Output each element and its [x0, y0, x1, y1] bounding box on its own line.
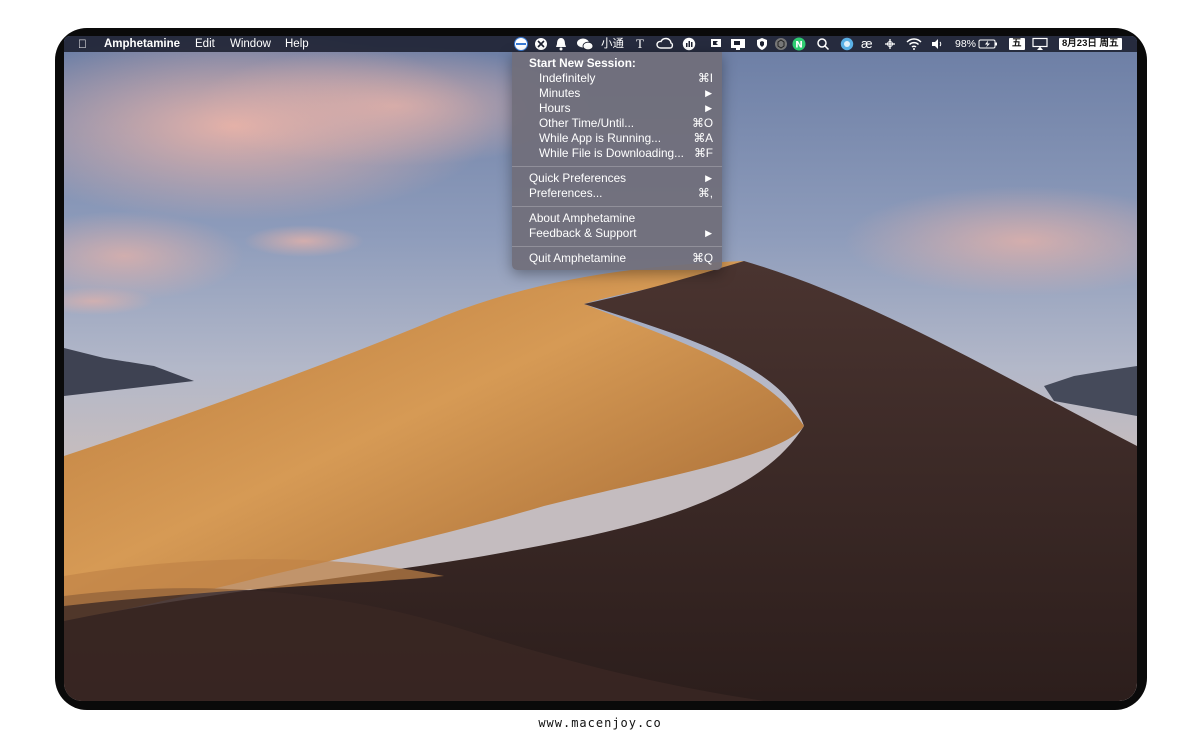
amphetamine-pill-icon[interactable] — [514, 37, 528, 51]
menu-item-while-file-downloading[interactable]: While File is Downloading... ⌘F — [512, 146, 722, 161]
menu-header-start-session: Start New Session: — [512, 56, 722, 71]
menu-item-other-time[interactable]: Other Time/Until... ⌘O — [512, 116, 722, 131]
menu-edit[interactable]: Edit — [195, 36, 215, 52]
menu-item-shortcut: ⌘F — [693, 146, 713, 160]
bell-icon[interactable] — [554, 37, 568, 51]
menu-item-quit[interactable]: Quit Amphetamine ⌘Q — [512, 251, 722, 266]
desktop-screen:  Amphetamine Edit Window Help 小通 T — [64, 36, 1137, 701]
menu-item-label: Feedback & Support — [529, 226, 637, 240]
typeeto-icon[interactable]: T — [636, 37, 644, 51]
battery-percent[interactable]: 98% — [955, 37, 976, 51]
hex-app-icon[interactable] — [774, 37, 788, 51]
shield-icon[interactable] — [756, 37, 768, 51]
menu-item-indefinitely[interactable]: Indefinitely ⌘I — [512, 71, 722, 86]
menu-window[interactable]: Window — [230, 36, 271, 52]
menu-item-label: Minutes — [539, 86, 581, 100]
input-method-indicator[interactable]: 五 — [1009, 38, 1025, 50]
svg-text:N: N — [795, 41, 803, 51]
menu-item-about[interactable]: About Amphetamine — [512, 211, 722, 226]
tray-text-xiaotong[interactable]: 小通 — [601, 37, 624, 51]
menu-item-shortcut: ⌘Q — [692, 251, 713, 265]
wechat-icon[interactable] — [576, 37, 594, 51]
menu-item-label: Quick Preferences — [529, 171, 627, 185]
submenu-arrow-icon: ▶ — [705, 103, 712, 113]
menu-item-label: Indefinitely — [539, 71, 596, 85]
menu-item-label: Other Time/Until... — [539, 116, 635, 130]
apple-logo-icon[interactable]:  — [78, 36, 87, 52]
menu-item-label: Quit Amphetamine — [529, 251, 627, 265]
menu-item-label: While File is Downloading... — [539, 146, 684, 160]
istat-icon[interactable] — [682, 37, 696, 51]
menu-header-label: Start New Session: — [529, 56, 636, 70]
menu-item-minutes[interactable]: Minutes ▶ — [512, 86, 722, 101]
wifi-icon[interactable] — [906, 37, 922, 51]
display-icon[interactable] — [730, 37, 746, 51]
menu-item-shortcut: ⌘A — [693, 131, 713, 145]
submenu-arrow-icon: ▶ — [705, 88, 712, 98]
menu-item-preferences[interactable]: Preferences... ⌘, — [512, 186, 722, 201]
siri-icon[interactable] — [840, 37, 854, 51]
menu-item-shortcut: ⌘, — [697, 186, 713, 200]
airplay-icon[interactable] — [1032, 37, 1048, 51]
n-app-icon[interactable]: N — [792, 37, 806, 51]
menu-separator — [512, 246, 722, 247]
battery-charging-icon[interactable] — [978, 37, 998, 51]
menu-bar:  Amphetamine Edit Window Help 小通 T — [64, 36, 1137, 52]
menu-separator — [512, 166, 722, 167]
creative-cloud-icon[interactable] — [656, 37, 674, 51]
search-icon[interactable] — [816, 37, 830, 51]
menu-item-label: Preferences... — [529, 186, 603, 200]
menu-item-label: About Amphetamine — [529, 211, 636, 225]
menu-item-hours[interactable]: Hours ▶ — [512, 101, 722, 116]
flag-icon[interactable] — [709, 37, 723, 51]
menu-help[interactable]: Help — [285, 36, 309, 52]
submenu-arrow-icon: ▶ — [705, 228, 712, 238]
submenu-arrow-icon: ▶ — [705, 173, 712, 183]
menu-item-shortcut: ⌘O — [692, 116, 713, 130]
footer-url: www.macenjoy.co — [538, 716, 662, 730]
menu-item-label: While App is Running... — [539, 131, 661, 145]
network-sharing-icon[interactable] — [534, 37, 548, 51]
crosshair-icon[interactable] — [884, 37, 896, 51]
amphetamine-dropdown-menu: Start New Session: Indefinitely ⌘I Minut… — [512, 52, 722, 270]
text-tool-icon[interactable]: æ — [861, 37, 873, 51]
date-display[interactable]: 8月23日 周五 — [1059, 38, 1122, 50]
menu-app-name[interactable]: Amphetamine — [104, 36, 180, 52]
menu-item-feedback-support[interactable]: Feedback & Support ▶ — [512, 226, 722, 241]
volume-icon[interactable] — [930, 37, 944, 51]
menu-item-quick-preferences[interactable]: Quick Preferences ▶ — [512, 171, 722, 186]
menu-item-label: Hours — [539, 101, 571, 115]
menu-separator — [512, 206, 722, 207]
menu-item-shortcut: ⌘I — [697, 71, 713, 85]
menu-item-while-app-running[interactable]: While App is Running... ⌘A — [512, 131, 722, 146]
